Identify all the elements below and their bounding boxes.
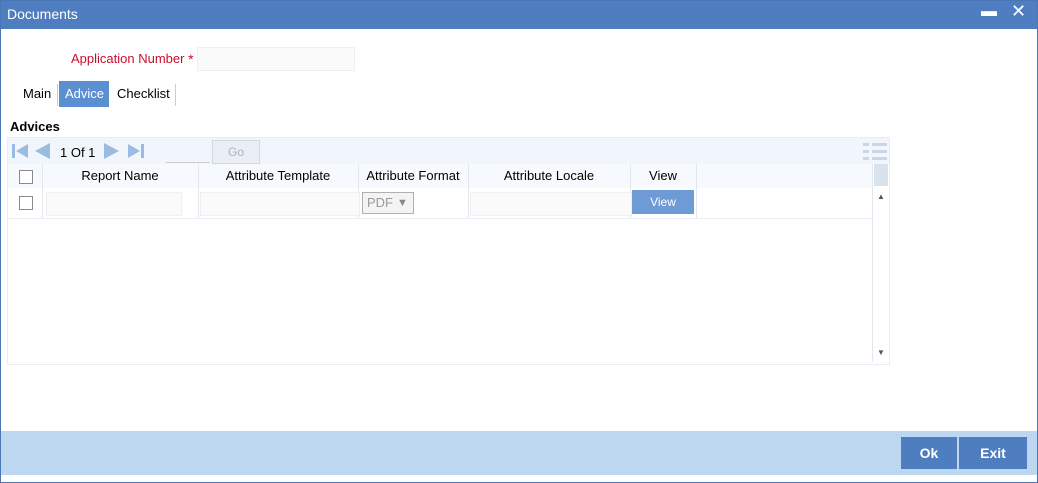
row-select-cell	[8, 188, 43, 218]
page-indicator: 1 Of 1	[60, 145, 96, 160]
tab-advice[interactable]: Advice	[59, 81, 109, 107]
documents-window: Documents ▬ ✕ Application Number * Main …	[0, 0, 1038, 483]
table-row: PDF ▼ View	[8, 188, 872, 219]
tab-separator	[57, 84, 58, 106]
previous-page-icon[interactable]	[32, 142, 52, 160]
column-header-attribute-template[interactable]: Attribute Template	[198, 164, 359, 188]
advices-section-title: Advices	[10, 119, 60, 134]
scrollbar-thumb[interactable]	[874, 164, 888, 186]
column-settings-icon[interactable]	[862, 140, 888, 162]
required-marker: *	[188, 51, 194, 67]
ok-button[interactable]: Ok	[901, 437, 957, 469]
attribute-locale-input[interactable]	[470, 192, 632, 216]
column-header-attribute-locale[interactable]: Attribute Locale	[468, 164, 631, 188]
select-all-checkbox[interactable]	[19, 170, 33, 184]
view-button[interactable]: View	[632, 190, 694, 214]
attribute-format-select[interactable]: PDF ▼	[362, 192, 414, 214]
first-page-icon[interactable]	[10, 142, 30, 160]
attribute-format-value: PDF	[367, 195, 393, 210]
scroll-up-icon[interactable]: ▲	[877, 192, 885, 201]
advices-grid: 1 Of 1 Go Report Name Attribute Template	[7, 137, 890, 365]
vertical-scrollbar[interactable]: ▲ ▼	[872, 164, 889, 362]
application-number-input[interactable]	[197, 47, 355, 71]
attribute-format-cell: PDF ▼	[358, 188, 469, 218]
column-header-report-name[interactable]: Report Name	[42, 164, 199, 188]
next-page-icon[interactable]	[102, 142, 122, 160]
attribute-template-input[interactable]	[200, 192, 360, 216]
footer-bar: Ok Exit	[1, 431, 1037, 475]
chevron-down-icon: ▼	[397, 197, 408, 209]
report-name-cell	[42, 188, 199, 218]
page-number-input[interactable]	[166, 144, 210, 163]
close-icon[interactable]: ✕	[1011, 1, 1026, 22]
grid-header-row: Report Name Attribute Template Attribute…	[8, 164, 872, 188]
scroll-down-icon[interactable]: ▼	[877, 348, 885, 357]
minimize-icon[interactable]: ▬	[981, 3, 997, 21]
attribute-locale-cell	[468, 188, 632, 218]
title-bar: Documents ▬ ✕	[1, 1, 1037, 29]
grid-toolbar: 1 Of 1 Go	[8, 138, 889, 164]
tab-checklist[interactable]: Checklist	[111, 81, 183, 107]
column-header-view[interactable]: View	[630, 164, 697, 188]
column-header-attribute-format[interactable]: Attribute Format	[358, 164, 469, 188]
tab-separator	[175, 84, 176, 106]
go-button[interactable]: Go	[212, 140, 260, 164]
application-number-label: Application Number *	[71, 51, 194, 67]
window-title: Documents	[7, 6, 78, 22]
select-all-cell	[8, 164, 43, 188]
exit-button[interactable]: Exit	[959, 437, 1027, 469]
row-checkbox[interactable]	[19, 196, 33, 210]
report-name-input[interactable]	[46, 192, 182, 216]
last-page-icon[interactable]	[126, 142, 146, 160]
view-cell: View	[630, 188, 697, 218]
attribute-template-cell	[198, 188, 360, 218]
